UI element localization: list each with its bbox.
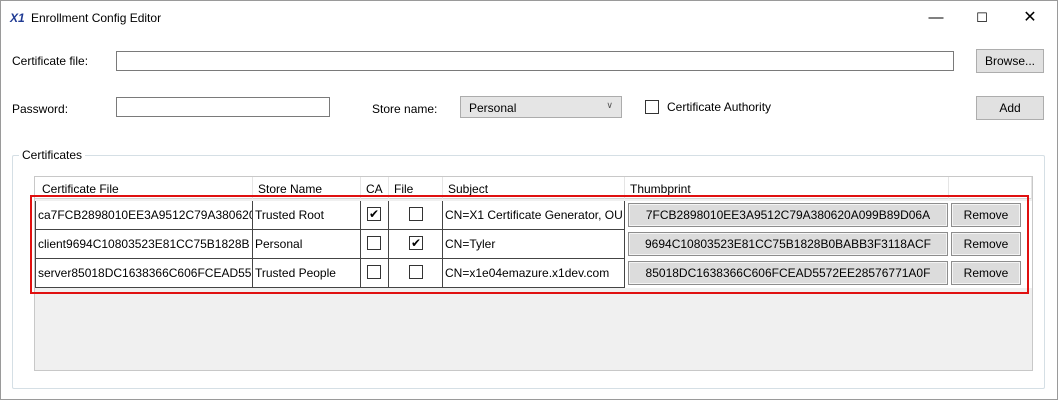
ca-checkbox[interactable]: ✔: [367, 207, 381, 221]
store-name-value: Personal: [469, 101, 517, 115]
remove-button[interactable]: Remove: [951, 232, 1021, 256]
column-header-actions: [949, 177, 1032, 199]
certificates-grid: Certificate File Store Name CA File Subj…: [34, 176, 1033, 371]
cell-store-name[interactable]: Trusted People: [253, 259, 361, 288]
cell-certificate-file[interactable]: ca7FCB2898010EE3A9512C79A380620: [35, 201, 253, 230]
cell-subject[interactable]: CN=Tyler: [443, 230, 625, 259]
cell-certificate-file[interactable]: server85018DC1638366C606FCEAD557: [35, 259, 253, 288]
column-header-certificate-file[interactable]: Certificate File: [37, 177, 253, 199]
remove-button[interactable]: Remove: [951, 261, 1021, 285]
certificates-group-title: Certificates: [19, 148, 86, 162]
certificate-authority-label: Certificate Authority: [667, 100, 772, 114]
chevron-down-icon: ∨: [606, 100, 613, 110]
table-row: server85018DC1638366C606FCEAD557 Trusted…: [35, 259, 1032, 288]
column-header-ca[interactable]: CA: [361, 177, 389, 199]
cell-ca: [361, 230, 389, 259]
certificate-authority-checkbox[interactable]: [645, 100, 659, 114]
title-bar: X1 Enrollment Config Editor — ☐ ✕: [1, 1, 1057, 35]
store-name-select[interactable]: Personal ∨: [460, 96, 622, 118]
password-input[interactable]: [116, 97, 330, 117]
cell-store-name[interactable]: Trusted Root: [253, 201, 361, 230]
file-checkbox[interactable]: [409, 265, 423, 279]
thumbprint-button[interactable]: 9694C10803523E81CC75B1828B0BABB3F3118ACF: [628, 232, 948, 256]
maximize-icon[interactable]: ☐: [959, 1, 1005, 35]
cell-file: ✔: [389, 230, 443, 259]
enrollment-config-editor-window: X1 Enrollment Config Editor — ☐ ✕ Certif…: [0, 0, 1058, 400]
column-header-subject[interactable]: Subject: [443, 177, 625, 199]
close-icon[interactable]: ✕: [1007, 1, 1053, 35]
table-row: client9694C10803523E81CC75B1828B Persona…: [35, 230, 1032, 259]
cell-file: [389, 259, 443, 288]
table-row: ca7FCB2898010EE3A9512C79A380620 Trusted …: [35, 201, 1032, 230]
cell-file: [389, 201, 443, 230]
thumbprint-button[interactable]: 7FCB2898010EE3A9512C79A380620A099B89D06A: [628, 203, 948, 227]
column-header-file[interactable]: File: [389, 177, 443, 199]
browse-button[interactable]: Browse...: [976, 49, 1044, 73]
minimize-icon[interactable]: —: [913, 1, 959, 35]
cell-subject[interactable]: CN=x1e04emazure.x1dev.com: [443, 259, 625, 288]
certificate-file-label: Certificate file:: [12, 54, 89, 68]
remove-button[interactable]: Remove: [951, 203, 1021, 227]
cell-ca: ✔: [361, 201, 389, 230]
ca-checkbox[interactable]: [367, 265, 381, 279]
file-checkbox[interactable]: ✔: [409, 236, 423, 250]
file-checkbox[interactable]: [409, 207, 423, 221]
store-name-label: Store name:: [372, 102, 438, 116]
window-title: Enrollment Config Editor: [31, 11, 162, 25]
grid-header: Certificate File Store Name CA File Subj…: [35, 177, 1032, 199]
certificate-file-input[interactable]: [116, 51, 954, 71]
app-logo-icon: X1: [10, 11, 25, 25]
password-label: Password:: [12, 102, 69, 116]
cell-ca: [361, 259, 389, 288]
cell-certificate-file[interactable]: client9694C10803523E81CC75B1828B: [35, 230, 253, 259]
add-button[interactable]: Add: [976, 96, 1044, 120]
ca-checkbox[interactable]: [367, 236, 381, 250]
column-header-store-name[interactable]: Store Name: [253, 177, 361, 199]
cell-store-name[interactable]: Personal: [253, 230, 361, 259]
cell-subject[interactable]: CN=X1 Certificate Generator, OU: [443, 201, 625, 230]
column-header-thumbprint[interactable]: Thumbprint: [625, 177, 949, 199]
thumbprint-button[interactable]: 85018DC1638366C606FCEAD5572EE28576771A0F: [628, 261, 948, 285]
